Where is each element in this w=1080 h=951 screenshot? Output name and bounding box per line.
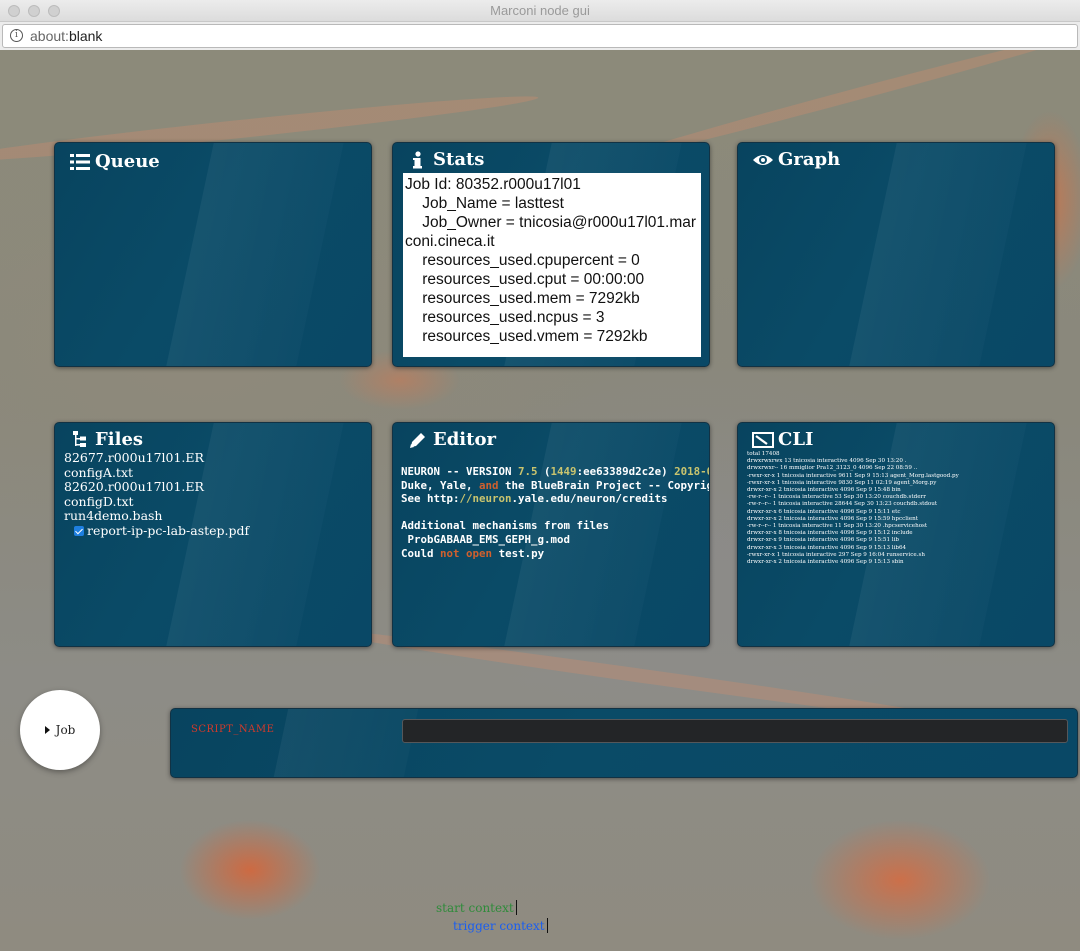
file-item[interactable]: 82620.r000u17l01.ER bbox=[64, 479, 249, 495]
stats-line: resources_used.cput = 00:00:00 bbox=[405, 271, 645, 288]
info-icon[interactable]: i bbox=[10, 29, 23, 42]
files-panel: Files 82677.r000u17l01.ER configA.txt 82… bbox=[54, 422, 372, 647]
graph-panel: Graph bbox=[737, 142, 1055, 367]
cli-panel: CLI total 17408 drwxrwxrwx 13 tnicosia i… bbox=[737, 422, 1055, 647]
url-text: about:blank bbox=[30, 28, 103, 44]
stats-line: Job_Name = lasttest bbox=[405, 195, 564, 212]
job-label: Job bbox=[55, 723, 76, 737]
file-item[interactable]: configA.txt bbox=[64, 465, 249, 481]
pencil-icon bbox=[407, 430, 429, 450]
checkbox[interactable] bbox=[74, 525, 84, 536]
start-context[interactable]: start context bbox=[436, 900, 517, 915]
file-item[interactable]: 82677.r000u17l01.ER bbox=[64, 450, 249, 466]
script-name-label: SCRIPT_NAME bbox=[191, 724, 275, 735]
cli-output[interactable]: total 17408 drwxrwxrwx 13 tnicosia inter… bbox=[747, 451, 959, 566]
stats-output[interactable]: Job Id: 80352.r000u17l01 Job_Name = last… bbox=[403, 173, 701, 357]
queue-title: Queue bbox=[95, 151, 160, 172]
url-field[interactable]: i about:blank bbox=[2, 24, 1078, 48]
list-icon bbox=[69, 152, 91, 172]
job-button[interactable]: Job bbox=[20, 690, 100, 770]
file-item[interactable]: run4demo.bash bbox=[64, 508, 249, 524]
window-titlebar: Marconi node gui bbox=[0, 0, 1080, 22]
eye-icon bbox=[752, 150, 774, 170]
file-item[interactable]: configD.txt bbox=[64, 494, 249, 510]
address-bar: i about:blank bbox=[0, 22, 1080, 50]
file-item-checked[interactable]: report-ip-pc-lab-astep.pdf bbox=[64, 523, 249, 539]
files-title: Files bbox=[95, 429, 144, 450]
terminal-icon bbox=[752, 430, 774, 450]
graph-title: Graph bbox=[778, 149, 841, 170]
editor-console[interactable]: NEURON -- VERSION 7.5 (1449:ee63389d2c2e… bbox=[401, 465, 709, 560]
stats-line: Job_Owner = tnicosia@r000u17l01.marconi.… bbox=[405, 214, 697, 250]
stats-header: Stats bbox=[407, 149, 484, 170]
editor-panel: Editor NEURON -- VERSION 7.5 (1449:ee633… bbox=[392, 422, 710, 647]
editor-header: Editor bbox=[407, 429, 496, 450]
graph-header: Graph bbox=[752, 149, 840, 170]
cli-header: CLI bbox=[752, 429, 813, 450]
stats-line: Job Id: 80352.r000u17l01 bbox=[405, 176, 581, 193]
window-title: Marconi node gui bbox=[490, 3, 590, 18]
files-header: Files bbox=[69, 429, 143, 450]
stats-line: resources_used.cpupercent = 0 bbox=[405, 252, 640, 269]
stats-line: resources_used.ncpus = 3 bbox=[405, 309, 605, 326]
editor-title: Editor bbox=[433, 429, 496, 450]
cli-title: CLI bbox=[778, 429, 814, 450]
stats-panel: Stats Job Id: 80352.r000u17l01 Job_Name … bbox=[392, 142, 710, 367]
stats-title: Stats bbox=[433, 149, 485, 170]
queue-panel: Queue bbox=[54, 142, 372, 367]
stats-line: resources_used.mem = 7292kb bbox=[405, 290, 640, 307]
queue-header: Queue bbox=[69, 151, 160, 172]
page-background: Queue Stats Job Id: 80352.r000u17l01 Job… bbox=[0, 50, 1080, 951]
file-list: 82677.r000u17l01.ER configA.txt 82620.r0… bbox=[64, 450, 249, 539]
trigger-context[interactable]: trigger context bbox=[453, 918, 548, 933]
script-name-input[interactable] bbox=[402, 719, 1068, 743]
stats-line: resources_used.vmem = 7292kb bbox=[405, 328, 648, 345]
info-icon bbox=[407, 150, 429, 170]
script-bar: SCRIPT_NAME bbox=[170, 708, 1078, 778]
play-icon bbox=[44, 726, 50, 734]
sitemap-icon bbox=[69, 430, 91, 450]
